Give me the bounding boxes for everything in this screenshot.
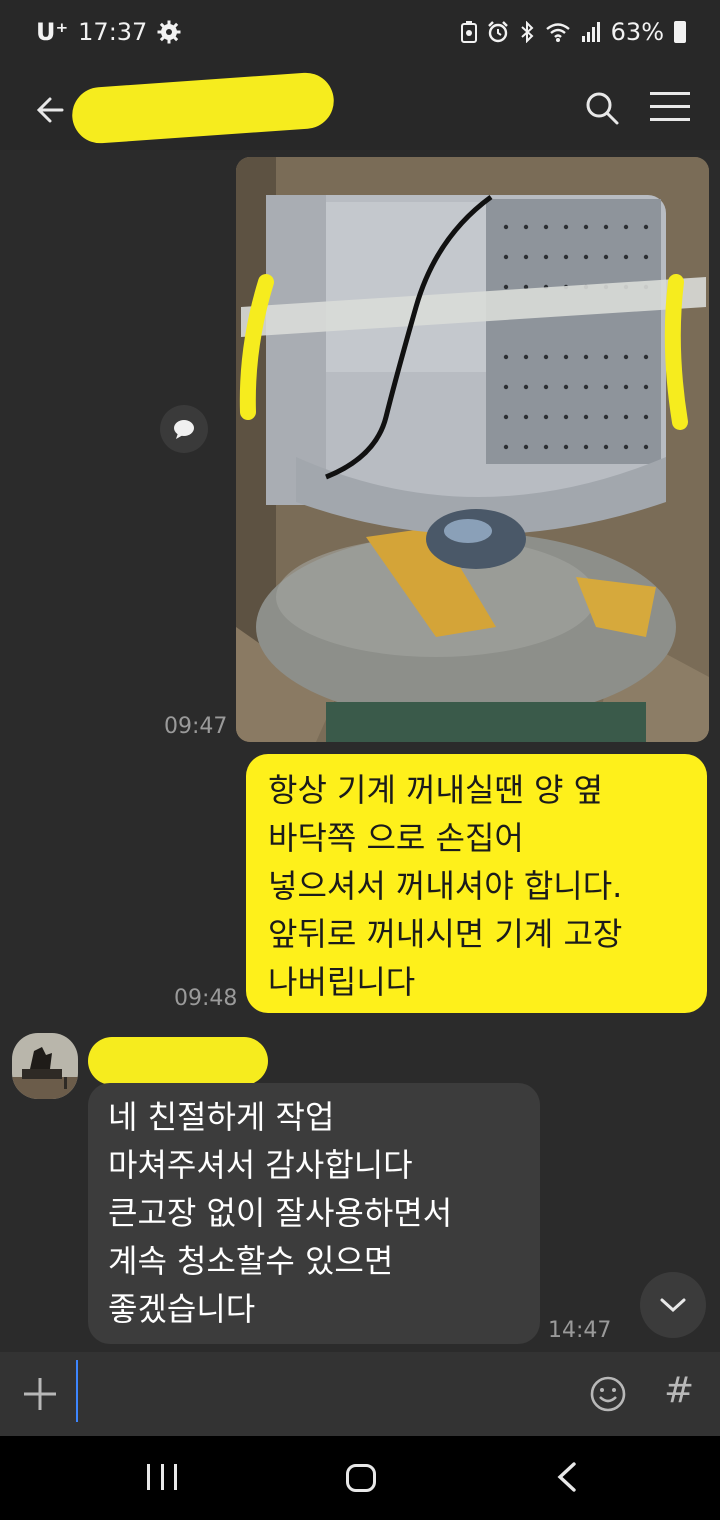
plus-icon[interactable] <box>20 1374 60 1414</box>
bluetooth-icon <box>520 21 534 43</box>
emoji-icon[interactable] <box>588 1374 628 1414</box>
share-button[interactable] <box>160 405 208 453</box>
message-line: 항상 기계 꺼내실땐 양 옆 <box>268 771 604 809</box>
menu-icon[interactable] <box>650 92 690 124</box>
redaction-mark <box>88 1037 268 1085</box>
message-line: 넣으셔서 꺼내셔야 합니다. <box>268 867 623 905</box>
message-input[interactable] <box>76 1360 78 1422</box>
battery-saver-icon <box>460 21 477 43</box>
status-bar: U⁺ 17:37 63% <box>0 0 720 70</box>
signal-icon <box>581 22 600 42</box>
wifi-icon <box>545 23 570 42</box>
status-bar-right: 63% <box>460 18 686 46</box>
back-arrow-icon[interactable] <box>28 86 76 134</box>
message-line: 마쳐주셔서 감사합니다 <box>108 1146 413 1184</box>
chevron-down-icon <box>660 1298 686 1313</box>
message-time: 09:47 <box>164 714 228 739</box>
message-time: 14:47 <box>548 1318 612 1343</box>
photo-image <box>236 157 709 742</box>
message-line: 큰고장 없이 잘사용하면서 <box>108 1194 453 1232</box>
system-nav-bar <box>0 1436 720 1520</box>
battery-icon <box>674 21 686 43</box>
battery-percent: 63% <box>610 18 664 46</box>
avatar-image <box>12 1033 78 1099</box>
message-line: 네 친절하게 작업 <box>108 1098 335 1136</box>
photo-message[interactable] <box>236 157 709 742</box>
my-message-bubble[interactable]: 항상 기계 꺼내실땐 양 옆 바닥쪽 으로 손집어 넣으셔서 꺼내셔야 합니다.… <box>246 754 707 1013</box>
avatar[interactable] <box>12 1033 78 1099</box>
redaction-mark <box>70 70 336 146</box>
clock: 17:37 <box>78 18 148 46</box>
message-line: 계속 청소할수 있으면 <box>108 1242 394 1280</box>
chat-share-icon <box>174 420 194 439</box>
settings-gear-icon <box>157 20 181 44</box>
nav-back-icon[interactable] <box>552 1460 582 1494</box>
home-icon[interactable] <box>346 1464 376 1492</box>
message-line: 좋겠습니다 <box>108 1290 256 1328</box>
hashtag-icon[interactable]: # <box>664 1370 694 1411</box>
message-time: 09:48 <box>174 986 238 1011</box>
their-message-bubble[interactable]: 네 친절하게 작업 마쳐주셔서 감사합니다 큰고장 없이 잘사용하면서 계속 청… <box>88 1083 540 1344</box>
alarm-icon <box>487 21 508 43</box>
message-input-bar: # <box>0 1352 720 1436</box>
status-bar-left: U⁺ 17:37 <box>36 18 181 46</box>
message-line: 나버립니다 <box>268 963 416 1001</box>
carrier-label: U⁺ <box>36 18 69 46</box>
search-icon[interactable] <box>582 88 622 128</box>
message-line: 바닥쪽 으로 손집어 <box>268 819 524 857</box>
chat-header: S9 <box>0 70 720 150</box>
message-line: 앞뒤로 꺼내시면 기계 고장 <box>268 915 623 953</box>
scroll-to-bottom-button[interactable] <box>640 1272 706 1338</box>
recent-apps-icon[interactable] <box>147 1464 177 1490</box>
